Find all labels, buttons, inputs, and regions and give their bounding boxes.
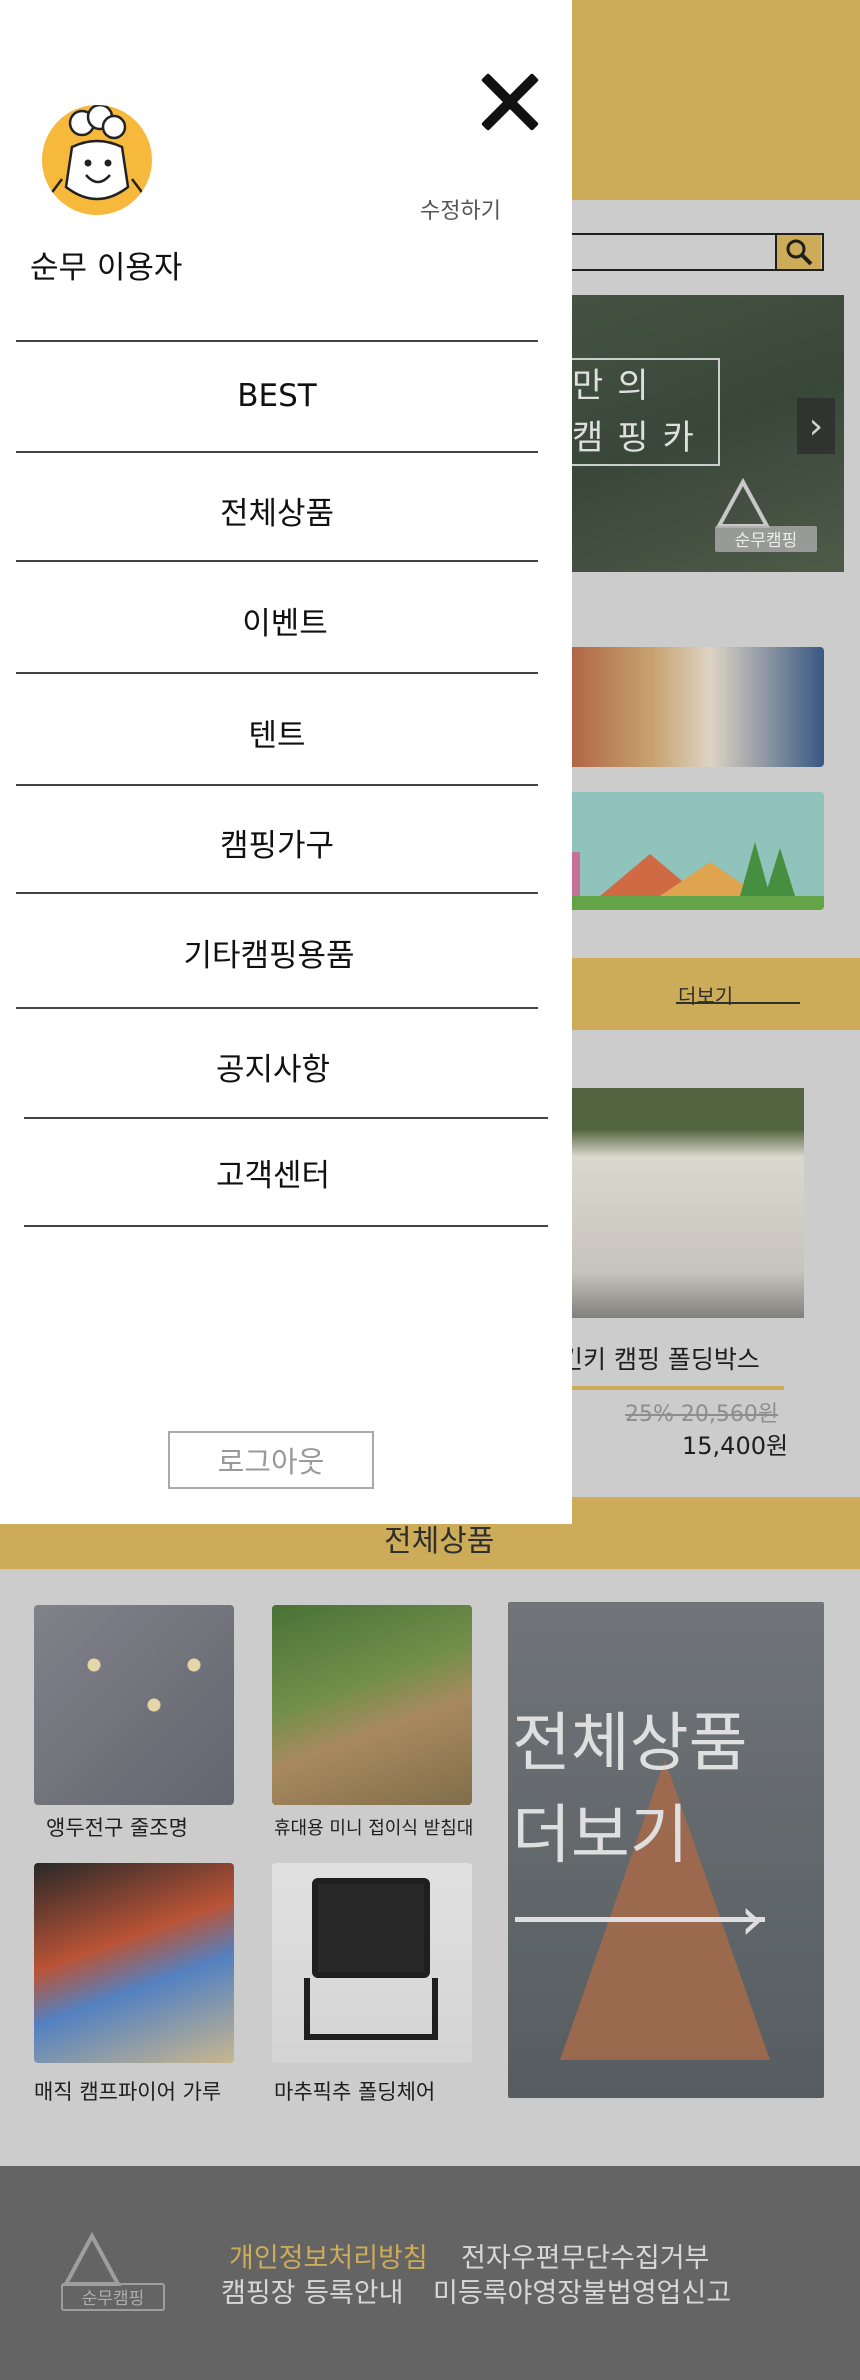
- divider: [16, 1007, 538, 1009]
- campsite-register-link[interactable]: 캠핑장 등록안내: [221, 2271, 403, 2310]
- search-icon: [786, 239, 813, 266]
- divider: [540, 1386, 784, 1390]
- product-tile-label[interactable]: 마추픽추 폴딩체어: [274, 2076, 435, 2106]
- menu-item-other-camping-gear[interactable]: 기타캠핑용품: [8, 930, 530, 975]
- arrow-right-icon: [676, 1002, 800, 1004]
- avatar: [42, 105, 152, 215]
- banner-title: 만의 캠핑카: [560, 358, 720, 466]
- product-name[interactable]: 킨키 캠핑 폴딩박스: [560, 1340, 760, 1376]
- footer-logo: 순무캠핑: [61, 2232, 165, 2311]
- divider: [16, 560, 538, 562]
- arrow-right-icon: [515, 1917, 765, 1922]
- search-button[interactable]: [775, 235, 821, 269]
- product-price: 15,400원: [682, 1432, 789, 1460]
- chevron-right-icon: ›: [740, 1884, 764, 1954]
- product-tile-image[interactable]: [272, 1605, 472, 1805]
- menu-item-event[interactable]: 이벤트: [24, 598, 546, 643]
- event-banner-food[interactable]: [540, 647, 824, 767]
- edit-profile-link[interactable]: 수정하기: [420, 193, 501, 225]
- more-link[interactable]: 더보기: [678, 980, 733, 1009]
- divider: [16, 784, 538, 786]
- menu-item-all-products[interactable]: 전체상품: [16, 488, 538, 533]
- username: 순무 이용자: [30, 250, 183, 286]
- promo-text[interactable]: 전체상품 더보기: [512, 1698, 748, 1882]
- product-tile-image[interactable]: [34, 1605, 234, 1805]
- menu-item-camping-furniture[interactable]: 캠핑가구: [16, 820, 538, 865]
- brand-logo: 순무캠핑: [715, 478, 817, 552]
- privacy-policy-link[interactable]: 개인정보처리방침: [229, 2236, 428, 2275]
- product-tile-image[interactable]: [34, 1863, 234, 2063]
- logout-button[interactable]: 로그아웃: [168, 1431, 374, 1489]
- menu-item-tent[interactable]: 텐트: [16, 710, 538, 755]
- divider: [16, 451, 538, 453]
- divider: [24, 1117, 548, 1119]
- divider: [24, 1225, 548, 1227]
- chevron-right-icon[interactable]: ›: [797, 398, 835, 454]
- menu-item-notice[interactable]: 공지사항: [12, 1044, 534, 1089]
- menu-item-best[interactable]: BEST: [16, 378, 538, 414]
- product-image[interactable]: [540, 1088, 804, 1318]
- product-tile-label[interactable]: 앵두전구 줄조명: [46, 1812, 188, 1842]
- side-drawer: [0, 0, 572, 1524]
- divider: [16, 340, 538, 342]
- chair-graphic: [304, 1978, 438, 2040]
- svg-text:순무캠핑: 순무캠핑: [82, 2289, 145, 2309]
- email-policy-link[interactable]: 전자우편무단수집거부: [461, 2236, 709, 2275]
- divider: [16, 672, 538, 674]
- svg-text:순무캠핑: 순무캠핑: [735, 531, 798, 551]
- product-tile-label[interactable]: 매직 캠프파이어 가루: [34, 2076, 221, 2106]
- menu-item-customer-center[interactable]: 고객센터: [12, 1150, 534, 1195]
- illegal-campsite-report-link[interactable]: 미등록야영장불법영업신고: [433, 2271, 731, 2310]
- divider: [16, 892, 538, 894]
- product-old-price: 25% 20,560원: [625, 1402, 779, 1427]
- close-icon[interactable]: [478, 70, 542, 134]
- chair-graphic: [312, 1878, 430, 1978]
- event-banner-camp[interactable]: [540, 792, 824, 910]
- product-tile-label[interactable]: 휴대용 미니 접이식 받침대: [274, 1814, 473, 1840]
